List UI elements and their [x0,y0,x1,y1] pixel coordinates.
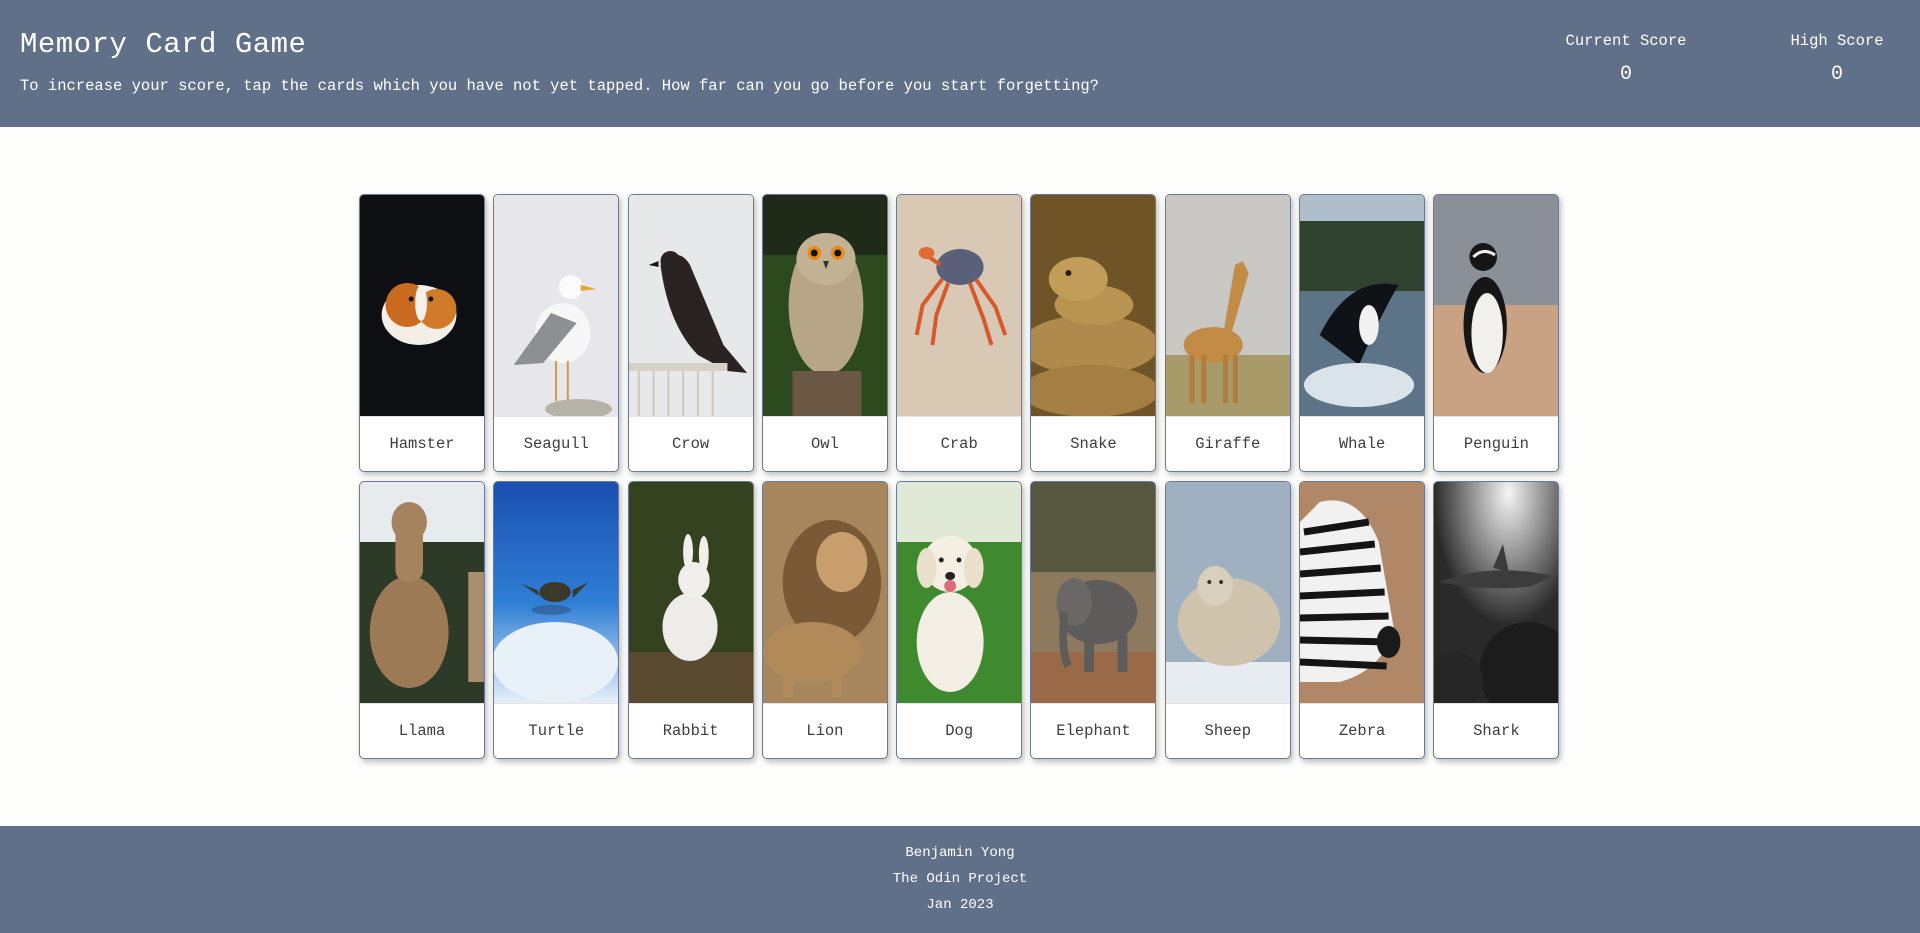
penguin-photo [1434,195,1559,416]
crab-photo [897,195,1022,416]
card-whale[interactable]: Whale [1299,194,1426,472]
giraffe-photo [1165,195,1290,416]
card-label: Zebra [1300,703,1425,758]
card-rabbit[interactable]: Rabbit [627,481,754,759]
current-score-label: Current Score [1565,32,1687,50]
card-label: Lion [762,703,887,758]
card-seagull[interactable]: Seagull [493,194,620,472]
card-label: Giraffe [1165,416,1290,471]
sheep-photo [1165,482,1290,703]
llama-photo [360,482,484,703]
card-label: Penguin [1434,416,1559,471]
page-title: Memory Card Game [20,28,307,61]
card-label: Owl [762,416,887,471]
snake-photo [1031,195,1156,416]
high-score-label: High Score [1790,32,1884,50]
card-lion[interactable]: Lion [761,481,888,759]
card-elephant[interactable]: Elephant [1030,481,1157,759]
card-label: Crow [628,416,753,471]
page-footer: Benjamin Yong The Odin Project Jan 2023 [0,826,1920,933]
card-label: Llama [360,703,484,758]
card-sheep[interactable]: Sheep [1164,481,1291,759]
card-label: Crab [897,416,1022,471]
card-label: Elephant [1031,703,1156,758]
card-grid: Hamster Seagull Crow Owl Crab Snake Gira… [359,194,1560,759]
card-label: Sheep [1165,703,1290,758]
shark-photo [1434,482,1559,703]
card-dog[interactable]: Dog [896,481,1023,759]
card-label: Snake [1031,416,1156,471]
card-label: Seagull [494,416,619,471]
current-score-panel: Current Score 0 [1551,32,1701,86]
card-label: Rabbit [628,703,753,758]
elephant-photo [1031,482,1156,703]
card-shark[interactable]: Shark [1433,481,1560,759]
hamster-photo [360,195,484,416]
footer-project: The Odin Project [892,871,1028,887]
footer-date: Jan 2023 [926,897,994,913]
card-label: Whale [1300,416,1425,471]
dog-photo [897,482,1022,703]
seagull-photo [494,195,619,416]
card-label: Shark [1434,703,1559,758]
card-zebra[interactable]: Zebra [1299,481,1426,759]
card-owl[interactable]: Owl [761,194,888,472]
card-snake[interactable]: Snake [1030,194,1157,472]
page-header: Memory Card Game To increase your score,… [0,0,1920,127]
high-score-value: 0 [1830,63,1843,86]
card-llama[interactable]: Llama [359,481,485,759]
footer-author: Benjamin Yong [905,845,1015,861]
card-crab[interactable]: Crab [896,194,1023,472]
card-crow[interactable]: Crow [627,194,754,472]
card-label: Turtle [494,703,619,758]
card-turtle[interactable]: Turtle [493,481,620,759]
high-score-panel: High Score 0 [1762,32,1912,86]
turtle-photo [494,482,619,703]
card-hamster[interactable]: Hamster [359,194,485,472]
card-penguin[interactable]: Penguin [1433,194,1560,472]
lion-photo [762,482,887,703]
zebra-photo [1300,482,1425,703]
instructions-text: To increase your score, tap the cards wh… [20,77,1099,95]
rabbit-photo [628,482,753,703]
current-score-value: 0 [1619,63,1632,86]
card-label: Hamster [360,416,484,471]
whale-photo [1300,195,1425,416]
card-giraffe[interactable]: Giraffe [1164,194,1291,472]
card-label: Dog [897,703,1022,758]
owl-photo [762,195,887,416]
crow-photo [628,195,753,416]
